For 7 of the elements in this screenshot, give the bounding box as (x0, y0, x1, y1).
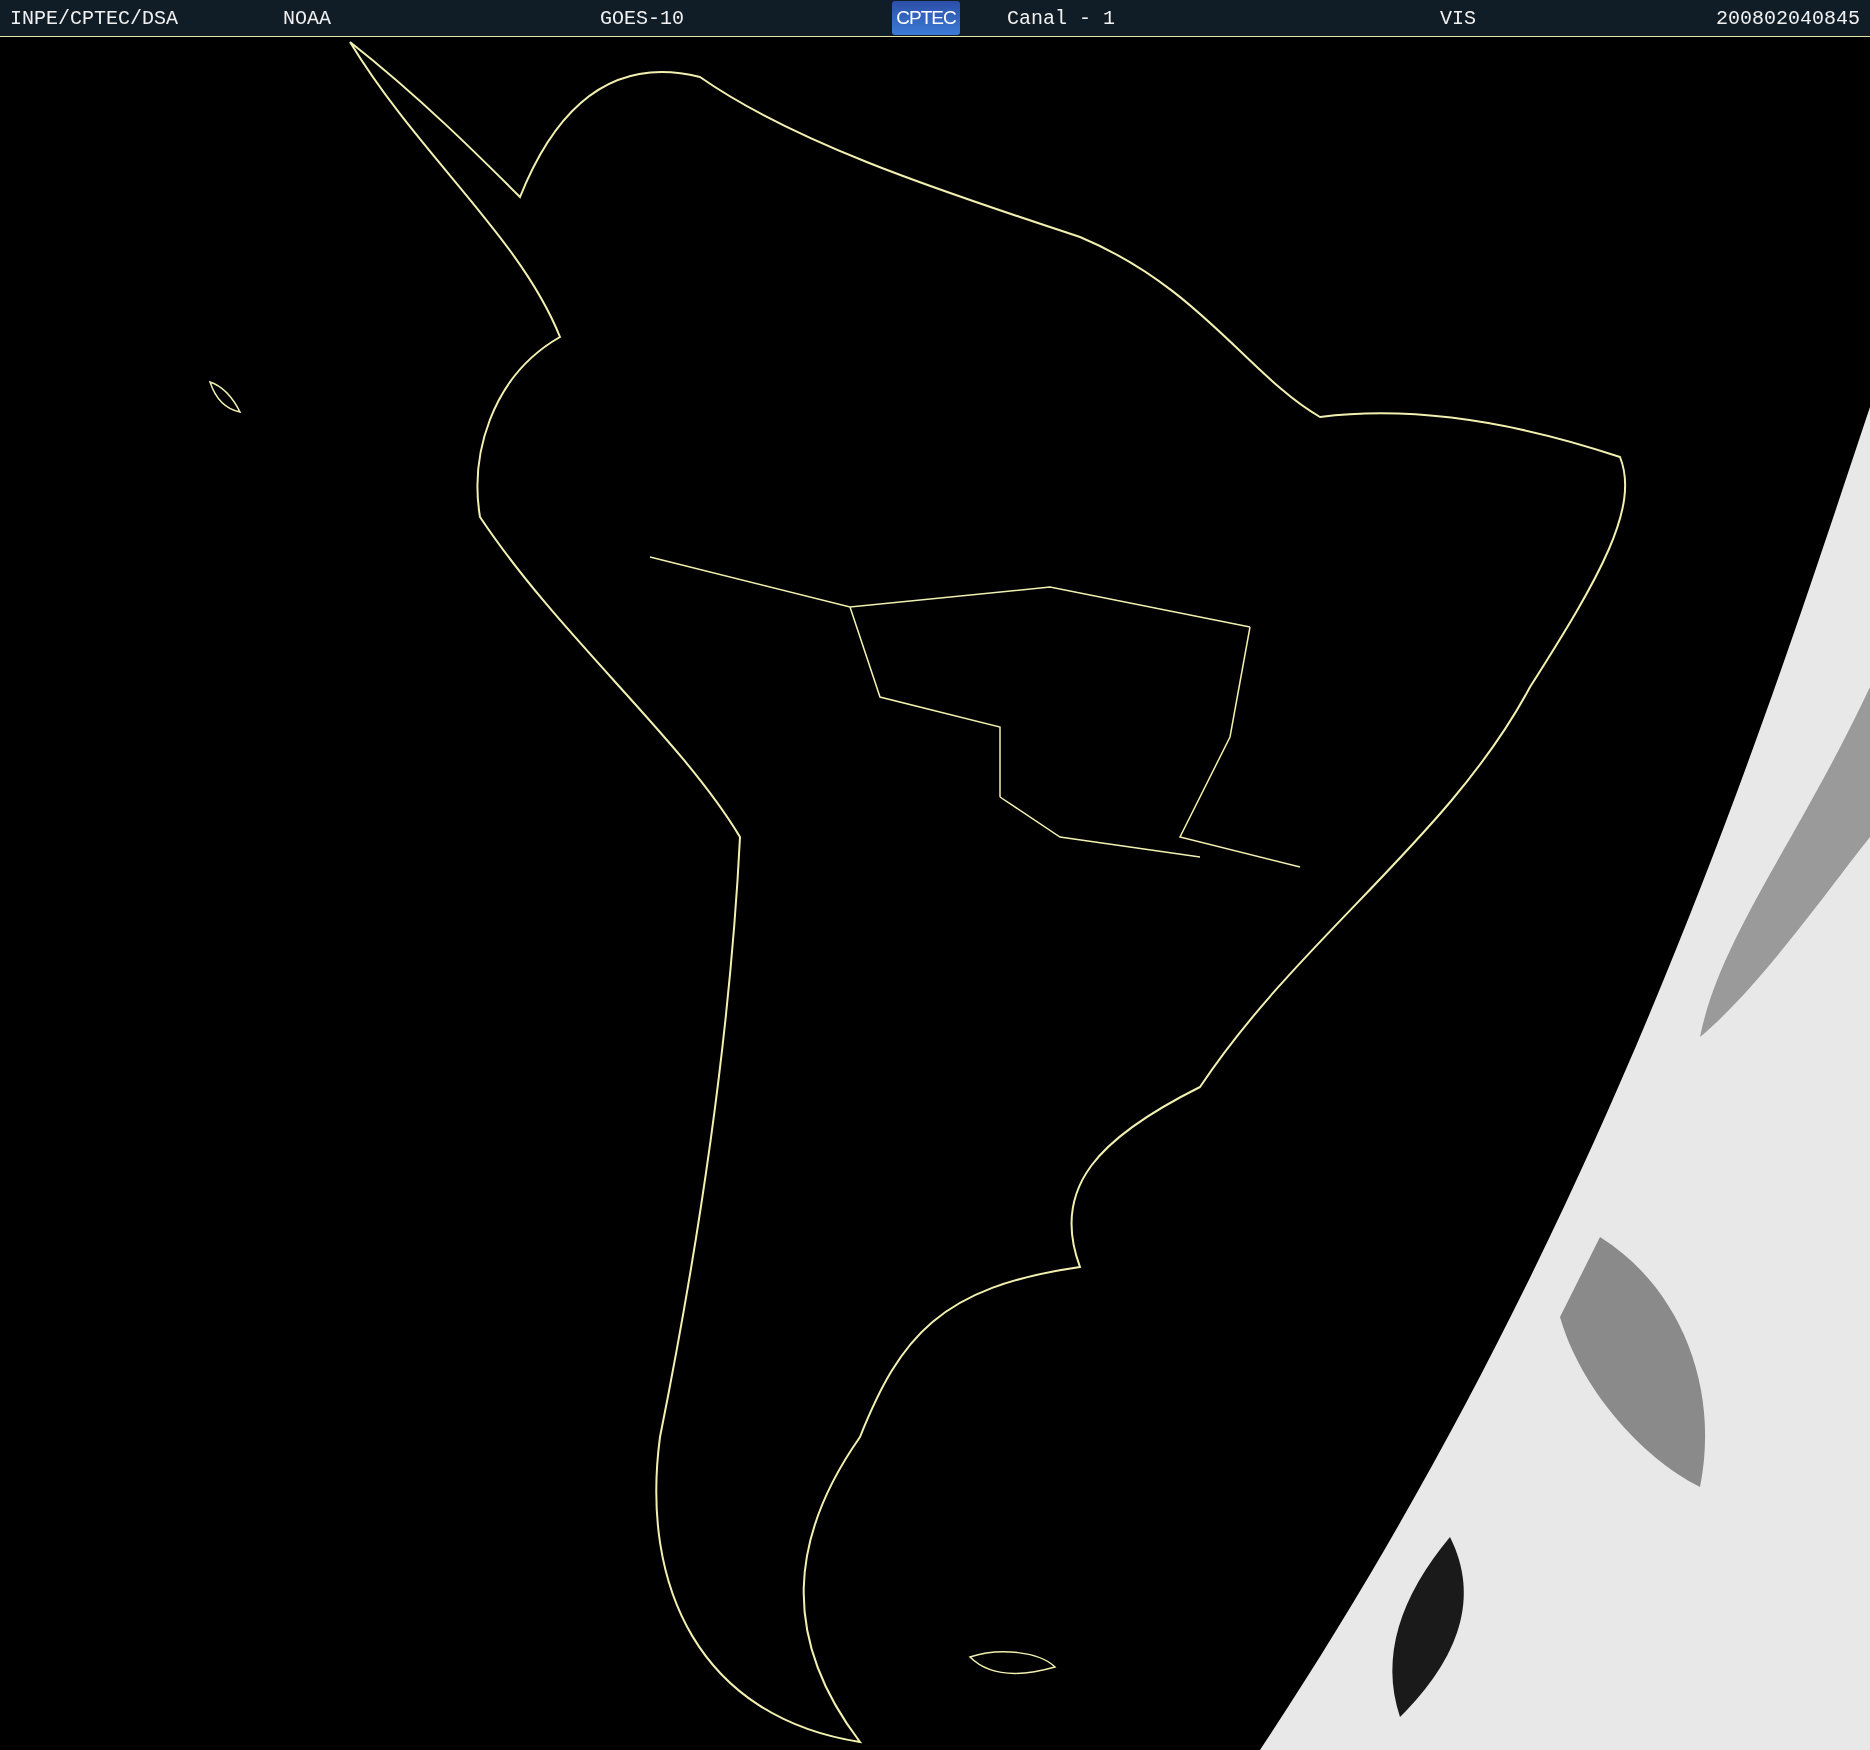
header-label: NOAA (283, 6, 331, 30)
header-label: GOES-10 (600, 6, 684, 30)
cptec-logo: CPTEC (892, 1, 960, 35)
header-label: Canal - 1 (1007, 6, 1116, 30)
header-label: 200802040845 (1715, 6, 1860, 30)
header-label: INPE/CPTEC/DSA (10, 6, 179, 30)
header-label: VIS (1440, 6, 1476, 30)
